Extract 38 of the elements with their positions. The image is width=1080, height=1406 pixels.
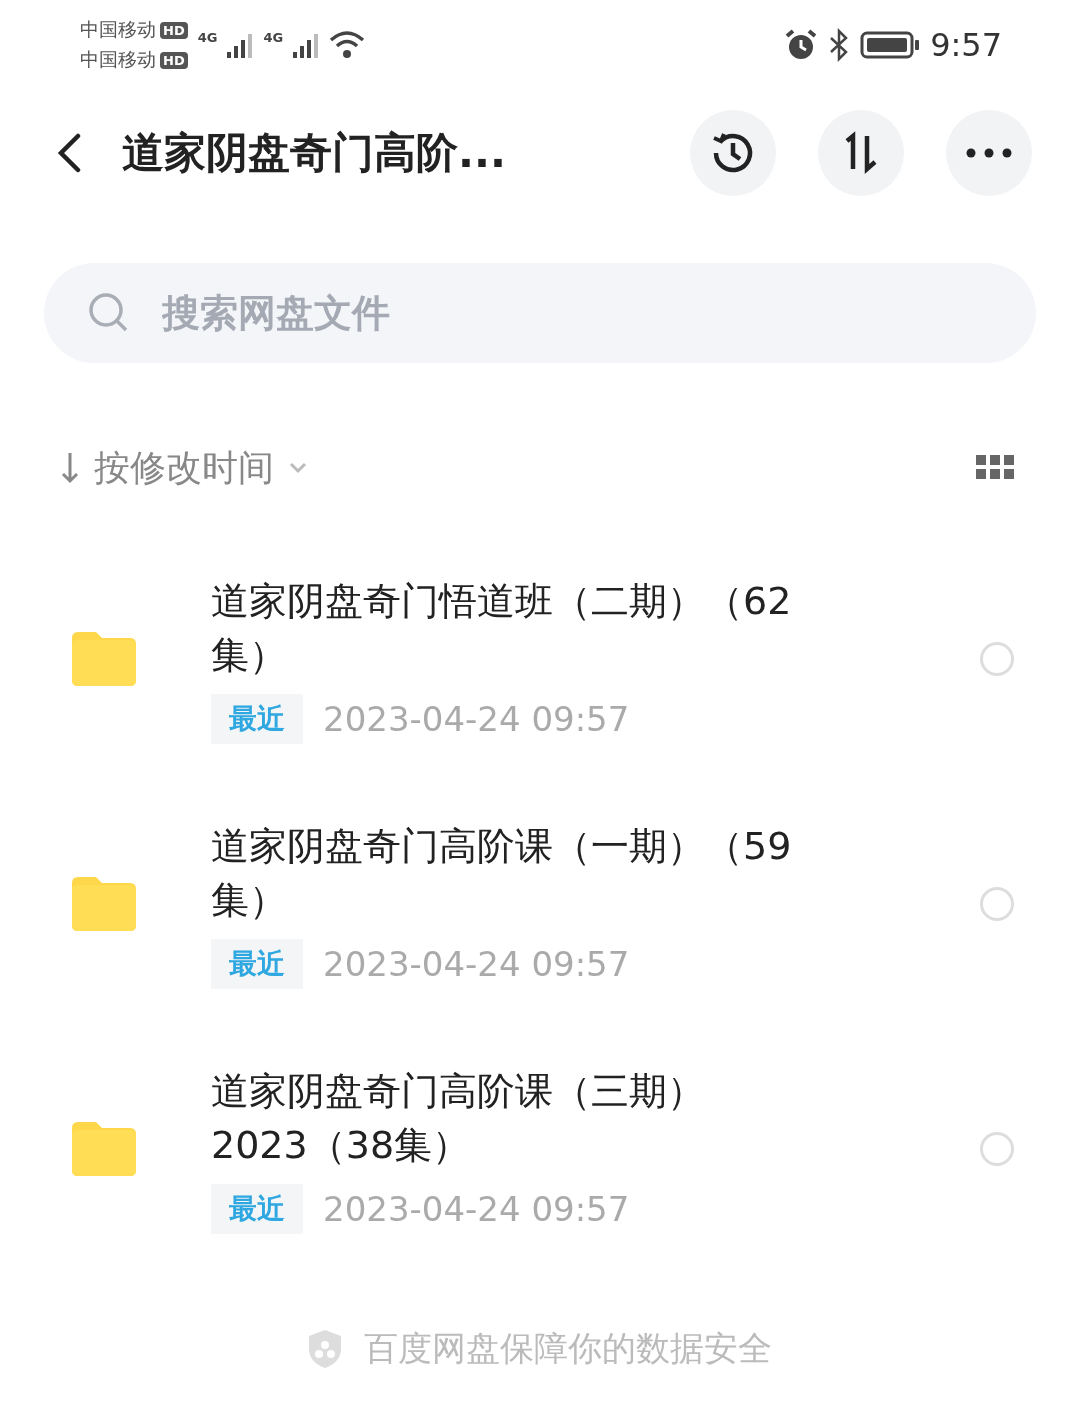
sort-order-dropdown[interactable]: 按修改时间 xyxy=(60,443,308,493)
grid-view-icon[interactable] xyxy=(976,455,1016,481)
folder-icon xyxy=(72,631,136,686)
file-row[interactable]: 道家阴盘奇门高阶课（一期）（59 集） 最近 2023-04-24 09:57 xyxy=(0,781,1080,1026)
file-name: 道家阴盘奇门高阶课（一期）（59 集） xyxy=(211,822,793,924)
folder-icon xyxy=(72,876,136,931)
security-notice: 百度网盘保障你的数据安全 xyxy=(364,1327,772,1370)
hd-badge: HD xyxy=(160,51,188,69)
recent-tag: 最近 xyxy=(211,693,303,744)
hd-badge: HD xyxy=(160,21,188,39)
file-name: 道家阴盘奇门高阶课（三期） 2023（38集） xyxy=(211,1067,706,1169)
alarm-icon xyxy=(784,28,819,62)
modified-date: 2023-04-24 09:57 xyxy=(323,943,630,984)
folder-title: 道家阴盘奇门高阶... xyxy=(122,127,507,179)
select-radio[interactable] xyxy=(980,1131,1014,1166)
search-icon xyxy=(88,292,130,334)
back-icon[interactable] xyxy=(56,133,82,173)
carrier-name: 中国移动 xyxy=(80,17,156,42)
battery-icon xyxy=(860,30,921,60)
network-type: 4G xyxy=(197,30,218,45)
recent-tag: 最近 xyxy=(211,938,303,989)
network-type: 4G xyxy=(263,30,284,45)
more-icon xyxy=(966,148,1012,158)
file-row[interactable]: 道家阴盘奇门高阶课（三期） 2023（38集） 最近 2023-04-24 09:57 xyxy=(0,1026,1080,1271)
file-name: 道家阴盘奇门悟道班（二期）（62 集） xyxy=(211,577,793,679)
select-radio[interactable] xyxy=(980,641,1014,676)
modified-date: 2023-04-24 09:57 xyxy=(323,1188,630,1229)
modified-date: 2023-04-24 09:57 xyxy=(323,698,630,739)
clock-time: 9:57 xyxy=(930,26,1002,64)
carrier-name: 中国移动 xyxy=(80,47,156,72)
shield-icon xyxy=(308,1329,342,1369)
wifi-icon xyxy=(329,30,366,60)
recent-tag: 最近 xyxy=(211,1183,303,1234)
select-radio[interactable] xyxy=(980,886,1014,921)
folder-icon xyxy=(72,1121,136,1176)
file-row[interactable]: 道家阴盘奇门悟道班（二期）（62 集） 最近 2023-04-24 09:57 xyxy=(0,536,1080,781)
down-arrow-icon xyxy=(60,451,80,485)
chevron-down-icon xyxy=(288,461,308,475)
